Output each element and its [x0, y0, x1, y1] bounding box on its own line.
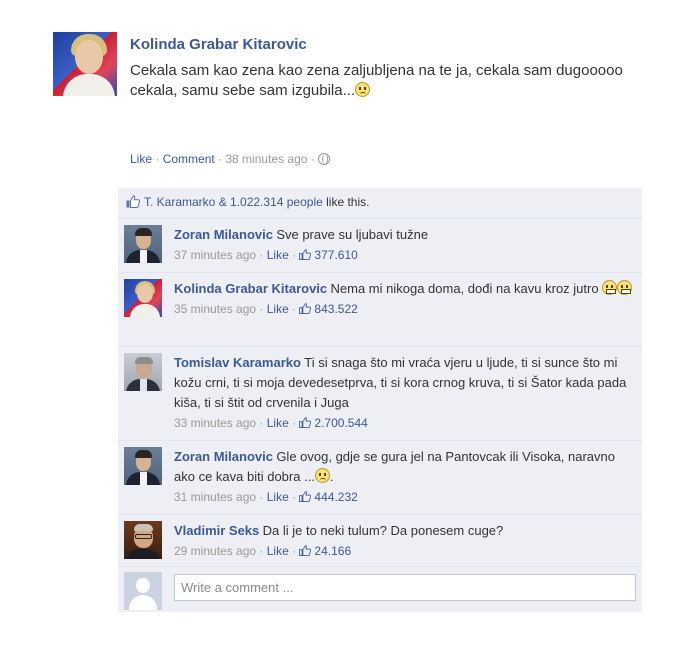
- comment-text: Sve prave su ljubavi tužne: [276, 227, 429, 242]
- sad-emoticon-icon: [314, 468, 330, 483]
- sad-emoticon-icon: [355, 82, 371, 97]
- comment-meta: 31 minutes ago · Like · 444.232: [174, 490, 358, 504]
- comment-author[interactable]: Vladimir Seks: [174, 523, 259, 538]
- post-author-name[interactable]: Kolinda Grabar Kitarovic: [130, 36, 670, 53]
- commenter-avatar[interactable]: [124, 279, 162, 317]
- comment-author[interactable]: Zoran Milanovic: [174, 227, 273, 242]
- likers-link[interactable]: T. Karamarko & 1.022.314 people: [144, 195, 323, 209]
- default-avatar-icon: [124, 572, 162, 610]
- comments-section: T. Karamarko & 1.022.314 people like thi…: [118, 188, 642, 612]
- comment-item: Tomislav Karamarko Ti si snaga što mi vr…: [118, 346, 642, 440]
- comment-likes-count[interactable]: 377.610: [314, 248, 357, 262]
- comment-like-link[interactable]: Like: [267, 416, 289, 430]
- comment-likes-count[interactable]: 2.700.544: [314, 416, 367, 430]
- comment-author[interactable]: Zoran Milanovic: [174, 449, 273, 464]
- post-actions: Like · Comment · 38 minutes ago ·: [130, 152, 331, 166]
- like-thumb-icon: [299, 417, 312, 428]
- comment-like-link[interactable]: Like: [267, 490, 289, 504]
- comment-likes-count[interactable]: 843.522: [314, 302, 357, 316]
- commenter-avatar[interactable]: [124, 521, 162, 559]
- comment-author[interactable]: Tomislav Karamarko: [174, 355, 301, 370]
- comment-item: Zoran Milanovic Sve prave su ljubavi tuž…: [118, 218, 642, 272]
- comment-like-link[interactable]: Like: [267, 302, 289, 316]
- comment-meta: 33 minutes ago · Like · 2.700.544: [174, 416, 368, 430]
- comment-timestamp[interactable]: 33 minutes ago: [174, 416, 256, 430]
- like-thumb-icon: [299, 249, 312, 260]
- post-comment-link[interactable]: Comment: [163, 152, 215, 166]
- post-like-link[interactable]: Like: [130, 152, 152, 166]
- comment-likes-count[interactable]: 24.166: [314, 544, 351, 558]
- post-author-avatar[interactable]: [53, 32, 117, 96]
- comment-timestamp[interactable]: 31 minutes ago: [174, 490, 256, 504]
- comment-timestamp[interactable]: 35 minutes ago: [174, 302, 256, 316]
- likes-summary: T. Karamarko & 1.022.314 people like thi…: [118, 188, 642, 218]
- post-content: Kolinda Grabar Kitarovic Cekala sam kao …: [130, 32, 670, 101]
- comment-item: Vladimir Seks Da li je to neki tulum? Da…: [118, 514, 642, 566]
- post-timestamp[interactable]: 38 minutes ago: [225, 152, 307, 166]
- comment-meta: 37 minutes ago · Like · 377.610: [174, 248, 358, 262]
- comment-text: Nema mi nikoga doma, dođi na kavu kroz j…: [330, 281, 599, 296]
- comment-meta: 35 minutes ago · Like · 843.522: [174, 302, 358, 316]
- commenter-avatar[interactable]: [124, 447, 162, 485]
- like-thumb-icon: [299, 545, 312, 556]
- comment-author[interactable]: Kolinda Grabar Kitarovic: [174, 281, 327, 296]
- globe-icon: [318, 153, 331, 165]
- post-text-body: Cekala sam kao zena kao zena zaljubljena…: [130, 62, 623, 99]
- comment-text: Da li je to neki tulum? Da ponesem cuge?: [262, 523, 504, 538]
- likes-suffix: like this.: [322, 195, 370, 209]
- comment-like-link[interactable]: Like: [267, 544, 289, 558]
- comment-timestamp[interactable]: 29 minutes ago: [174, 544, 256, 558]
- commenter-avatar[interactable]: [124, 225, 162, 263]
- post-text: Cekala sam kao zena kao zena zaljubljena…: [130, 61, 670, 101]
- like-thumb-icon: [299, 303, 312, 314]
- comment-timestamp[interactable]: 37 minutes ago: [174, 248, 256, 262]
- grin-emoticon-icon: [616, 280, 632, 295]
- comment-like-link[interactable]: Like: [267, 248, 289, 262]
- grin-emoticon-icon: [601, 280, 617, 295]
- like-thumb-icon: [126, 195, 140, 208]
- comment-meta: 29 minutes ago · Like · 24.166: [174, 544, 352, 558]
- commenter-avatar[interactable]: [124, 353, 162, 391]
- like-thumb-icon: [299, 491, 312, 502]
- comment-item: Zoran Milanovic Gle ovog, gdje se gura j…: [118, 440, 642, 514]
- write-comment-input[interactable]: [174, 574, 636, 601]
- comment-likes-count[interactable]: 444.232: [314, 490, 357, 504]
- comment-item: Kolinda Grabar Kitarovic Nema mi nikoga …: [118, 272, 642, 346]
- write-comment-row: [118, 566, 642, 612]
